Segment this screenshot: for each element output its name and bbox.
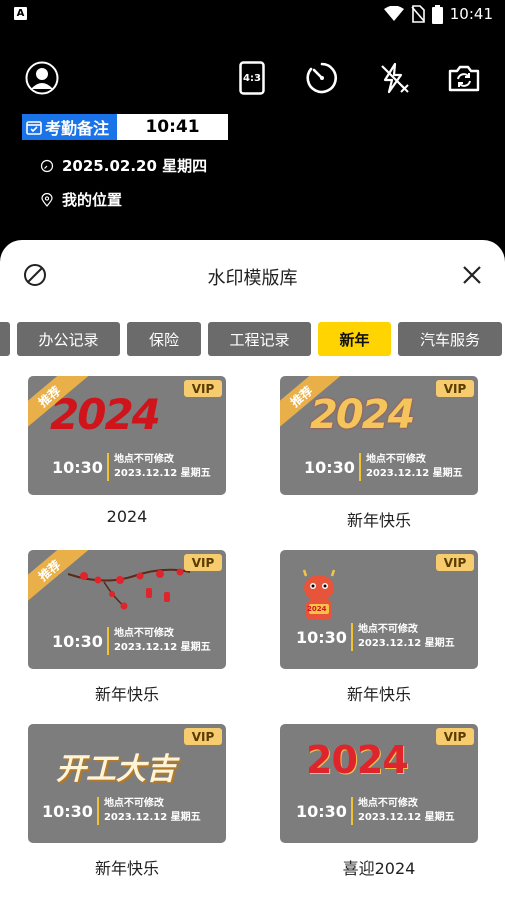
vip-badge: VIP [184,554,222,571]
vip-badge: VIP [184,380,222,397]
template-date-line: 2023.12.12 星期五 [357,638,455,649]
wifi-icon [383,6,404,21]
attendance-tag: 考勤备注 [22,114,117,140]
template-thumbnail: 2024 推荐 VIP 10:30 地点不可修改 2023.12.12 星期五 [28,376,226,495]
template-date-line: 2023.12.12 星期五 [357,812,455,823]
template-card[interactable]: 开工大吉 VIP 10:30 地点不可修改 2023.12.12 星期五 新年快… [28,724,226,879]
close-icon[interactable] [459,262,485,288]
watermark-preview[interactable]: 考勤备注 10:41 [22,114,228,140]
clock-icon [40,159,54,172]
template-date-line: 2023.12.12 星期五 [103,812,201,823]
template-watermark: 10:30 地点不可修改 2023.12.12 星期五 [296,623,455,651]
vip-badge: VIP [436,554,474,571]
flash-off-icon[interactable] [376,60,412,96]
template-location-line: 地点不可修改 [113,628,174,639]
template-date-line: 2023.12.12 星期五 [113,468,211,479]
template-label: 新年快乐 [94,859,159,878]
template-card[interactable]: 2024 推荐 VIP 10:30 地点不可修改 2023.12.12 星期五 … [280,376,478,531]
watermark-time: 10:41 [145,117,200,137]
sheet-title: 水印模版库 [207,268,298,289]
tab-car-service[interactable]: 汽车服务 [398,322,502,356]
template-time: 10:30 [296,627,347,647]
avatar-icon[interactable] [24,60,60,96]
template-library-sheet: 水印模版库 办公记录 保险 工程记录 新年 汽车服务 2024 推荐 VIP 1… [0,240,505,897]
template-card[interactable]: 推荐 VIP 10:30 地点不可修改 2023.12.12 星期五 新年快乐 [28,550,226,705]
vip-badge: VIP [436,728,474,745]
tab-insurance[interactable]: 保险 [127,322,201,356]
template-thumbnail: 2024 VIP 10:30 地点不可修改 2023.12.12 星期五 [280,724,478,843]
template-time: 10:30 [52,631,103,651]
template-art-kaigong: 开工大吉 [56,752,176,787]
template-watermark: 10:30 地点不可修改 2023.12.12 星期五 [42,797,201,825]
template-thumbnail: 2024 推荐 VIP 10:30 地点不可修改 2023.12.12 星期五 [280,376,478,495]
location-pin-icon [41,192,53,207]
battery-icon [431,4,443,24]
date-text: 2025.02.20 星期四 [62,157,208,175]
tab-new-year[interactable]: 新年 [318,322,391,356]
template-watermark: 10:30 地点不可修改 2023.12.12 星期五 [296,797,455,825]
vip-badge: VIP [184,728,222,745]
attendance-tag-label: 考勤备注 [45,119,110,138]
template-thumbnail: 开工大吉 VIP 10:30 地点不可修改 2023.12.12 星期五 [28,724,226,843]
template-location-line: 地点不可修改 [103,798,164,809]
category-tabs: 办公记录 保险 工程记录 新年 汽车服务 [0,322,505,356]
plum-blossom-art-icon [67,568,191,610]
template-watermark: 10:30 地点不可修改 2023.12.12 星期五 [304,453,463,481]
divider-bar [358,453,361,481]
aspect-ratio-icon[interactable]: 4:3 [234,60,270,96]
divider-bar [350,797,353,825]
template-location-line: 地点不可修改 [113,454,174,465]
switch-camera-icon[interactable] [446,60,482,96]
location-text: 我的位置 [62,191,123,209]
template-time: 10:30 [42,801,93,821]
aspect-ratio-label: 4:3 [243,72,261,84]
template-date-line: 2023.12.12 星期五 [113,642,211,653]
template-label: 新年快乐 [346,511,411,530]
template-location-line: 地点不可修改 [357,798,418,809]
divider-bar [96,797,99,825]
status-bar: A 10:41 [0,0,505,28]
divider-bar [106,453,109,481]
template-location-line: 地点不可修改 [365,454,426,465]
date-row: 2025.02.20 星期四 [40,155,207,176]
template-watermark: 10:30 地点不可修改 2023.12.12 星期五 [52,453,211,481]
template-art-2024: 2024 [307,605,327,613]
notification-badge-icon: A [14,7,27,20]
timer-icon[interactable] [304,60,340,96]
template-card[interactable]: 2024 推荐 VIP 10:30 地点不可修改 2023.12.12 星期五 … [28,376,226,526]
status-time: 10:41 [449,5,493,23]
status-icons: 10:41 [383,3,493,25]
template-label: 新年快乐 [346,685,411,704]
template-thumbnail: 推荐 VIP 10:30 地点不可修改 2023.12.12 星期五 [28,550,226,669]
template-card[interactable]: 2024 VIP 10:30 地点不可修改 2023.12.12 星期五 新年快… [280,550,478,705]
template-location-line: 地点不可修改 [357,624,418,635]
template-label: 2024 [106,507,148,526]
template-art-2024: 2024 [310,392,415,438]
location-row: 我的位置 [40,189,122,210]
template-card[interactable]: 2024 VIP 10:30 地点不可修改 2023.12.12 星期五 喜迎2… [280,724,478,879]
divider-bar [106,627,109,655]
dragon-mascot-icon [302,569,336,620]
tab-engineering-records[interactable]: 工程记录 [208,322,311,356]
template-date-line: 2023.12.12 星期五 [365,468,463,479]
calendar-check-icon [26,121,42,135]
template-label: 新年快乐 [94,685,159,704]
sheet-header: 水印模版库 [0,240,505,310]
template-time: 10:30 [296,801,347,821]
template-thumbnail: 2024 VIP 10:30 地点不可修改 2023.12.12 星期五 [280,550,478,669]
template-art-2024: 2024 [50,390,161,439]
template-watermark: 10:30 地点不可修改 2023.12.12 星期五 [52,627,211,655]
vip-badge: VIP [436,380,474,397]
tab-office-records[interactable]: 办公记录 [17,322,120,356]
template-art-2024: 2024 [306,738,409,782]
sim-off-icon [411,5,425,23]
template-label: 喜迎2024 [342,859,416,878]
template-time: 10:30 [304,457,355,477]
template-time: 10:30 [52,457,103,477]
divider-bar [350,623,353,651]
tab-partial[interactable] [0,322,10,356]
